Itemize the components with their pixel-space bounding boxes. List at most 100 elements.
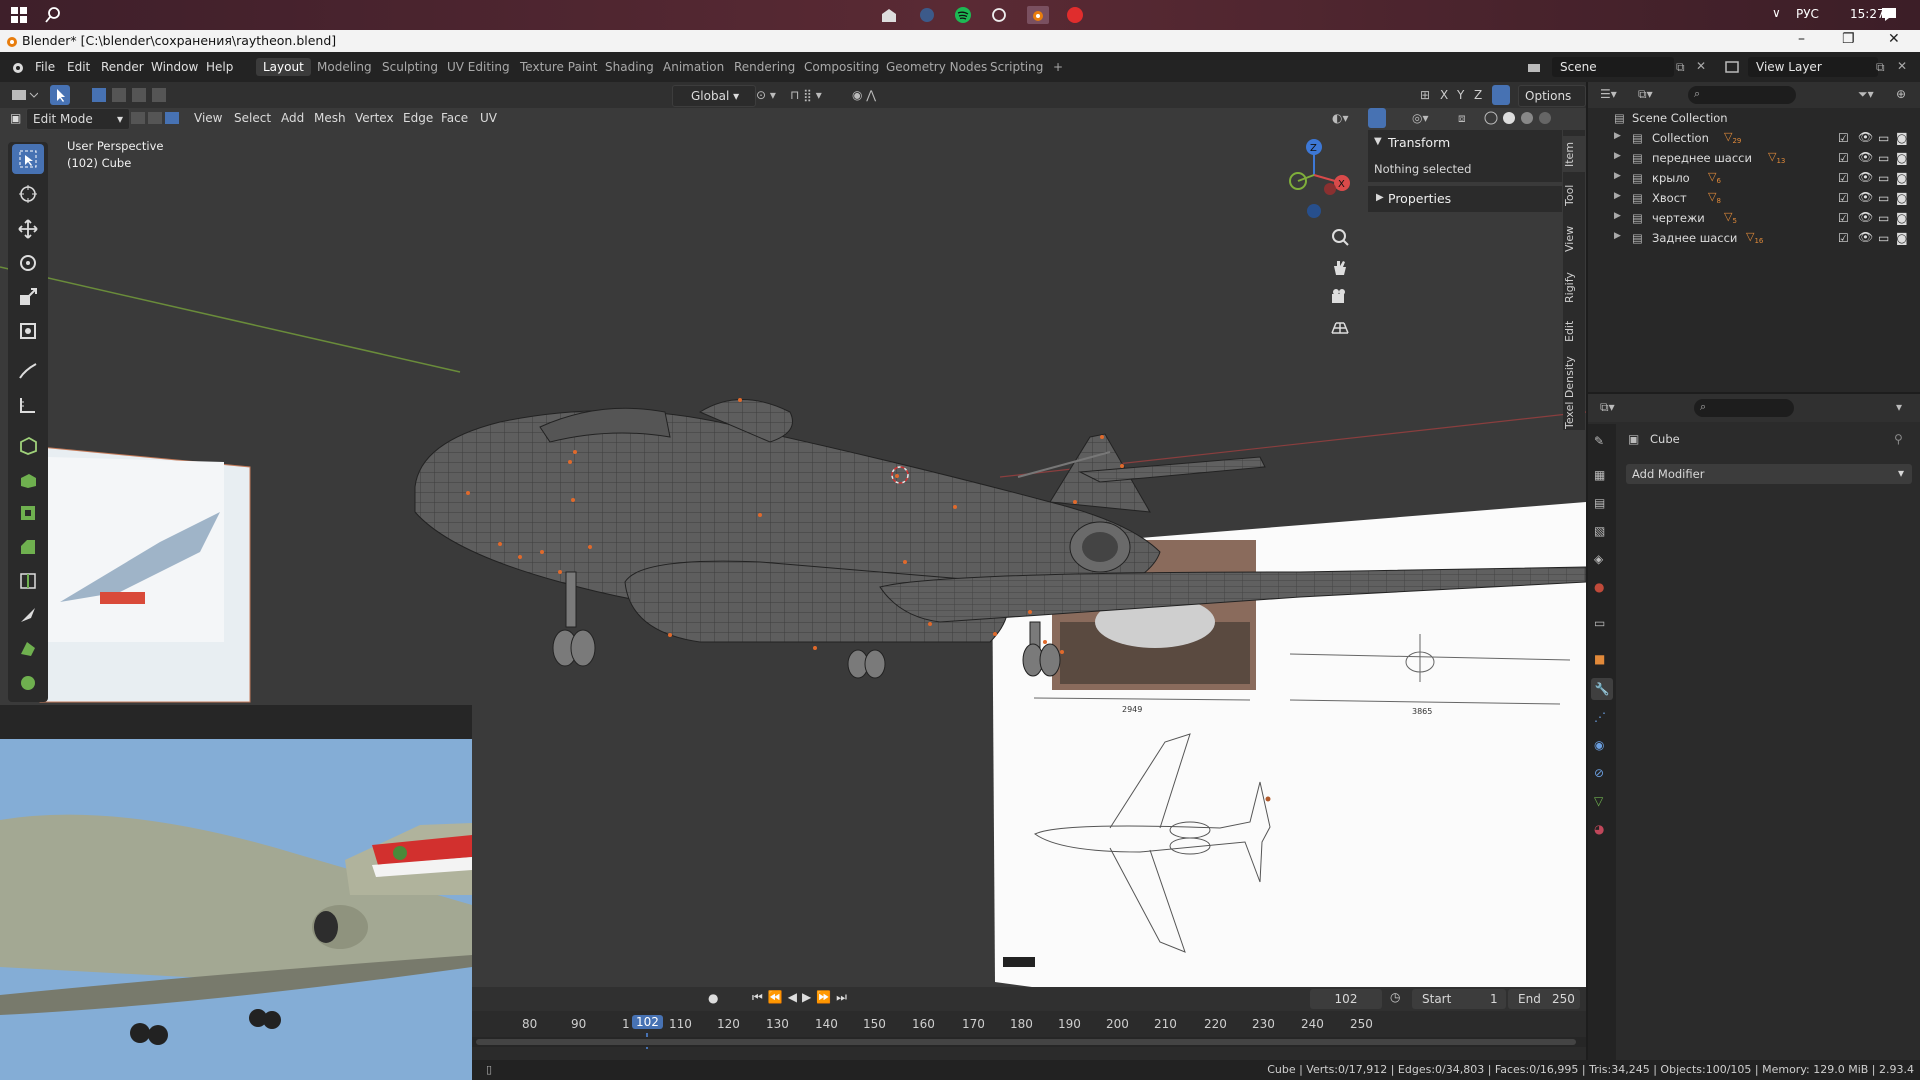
tray-chevron-icon[interactable]: ∨ bbox=[1772, 6, 1781, 20]
maximize-button[interactable]: ❐ bbox=[1842, 31, 1855, 47]
add-modifier-dropdown[interactable]: Add Modifier ▾ bbox=[1626, 464, 1912, 484]
properties-panel-header[interactable]: ▶ Properties bbox=[1368, 186, 1562, 212]
menu-view[interactable]: View bbox=[194, 108, 222, 128]
visibility-icon[interactable]: ◐▾ bbox=[1332, 108, 1349, 128]
render-camera-icon[interactable]: ◙ bbox=[1896, 211, 1908, 225]
workspace-tab-scripting[interactable]: Scripting bbox=[983, 58, 1050, 76]
properties-options-icon[interactable]: ▾ bbox=[1896, 400, 1902, 414]
outliner-row[interactable]: ▶ ▤ Хвост ▽8 ☑ 👁 ▭ ◙ bbox=[1588, 188, 1920, 208]
viewport-display-icon[interactable]: ▭ bbox=[1878, 171, 1889, 185]
playhead-frame-label[interactable]: 102 bbox=[632, 1015, 663, 1029]
scale-tool[interactable] bbox=[12, 282, 44, 312]
mode-dropdown[interactable]: Edit Mode ▾ bbox=[26, 108, 130, 130]
render-camera-icon[interactable]: ◙ bbox=[1896, 231, 1908, 245]
particles-tab-icon[interactable]: ⋰ bbox=[1594, 710, 1606, 724]
viewport-display-icon[interactable]: ▭ bbox=[1878, 151, 1889, 165]
poly-build-tool[interactable] bbox=[12, 634, 44, 664]
output-tab-icon[interactable]: ▤ bbox=[1594, 496, 1605, 510]
scene-name-field[interactable]: Scene bbox=[1552, 57, 1674, 77]
render-camera-icon[interactable]: ◙ bbox=[1896, 171, 1908, 185]
store-icon[interactable] bbox=[880, 6, 898, 24]
exclude-checkbox[interactable]: ☑ bbox=[1838, 151, 1849, 165]
scene-browse-icon[interactable] bbox=[1526, 59, 1542, 78]
app-icon-red[interactable] bbox=[1066, 6, 1084, 24]
notification-icon[interactable] bbox=[1880, 5, 1898, 26]
expand-arrow-icon[interactable]: ▶ bbox=[1614, 131, 1621, 141]
tool-tab-icon[interactable]: ✎ bbox=[1594, 434, 1604, 448]
eye-icon[interactable]: 👁 bbox=[1858, 210, 1873, 224]
eye-icon[interactable]: 👁 bbox=[1858, 150, 1873, 164]
scene-tab-icon[interactable]: ◈ bbox=[1594, 552, 1603, 566]
exclude-checkbox[interactable]: ☑ bbox=[1838, 211, 1849, 225]
exclude-checkbox[interactable]: ☑ bbox=[1838, 191, 1849, 205]
tab-item[interactable]: Item bbox=[1563, 136, 1585, 172]
menu-add[interactable]: Add bbox=[281, 108, 304, 128]
constraints-tab-icon[interactable]: ⊘ bbox=[1594, 766, 1604, 780]
shading-mode-buttons[interactable] bbox=[1482, 108, 1564, 128]
physics-tab-icon[interactable]: ◉ bbox=[1594, 738, 1604, 752]
viewport-display-icon[interactable]: ▭ bbox=[1878, 211, 1889, 225]
knife-tool[interactable] bbox=[12, 600, 44, 630]
outliner-row[interactable]: ▶ ▤ Collection ▽29 ☑ 👁 ▭ ◙ bbox=[1588, 128, 1920, 148]
render-tab-icon[interactable]: ▦ bbox=[1594, 468, 1605, 482]
auto-keying-icon[interactable]: ● bbox=[708, 991, 718, 1005]
tab-tool[interactable]: Tool bbox=[1563, 180, 1585, 210]
tab-texel-density[interactable]: Texel Density bbox=[1563, 356, 1585, 430]
snap-icon[interactable]: ⊓ ⣿ ▾ bbox=[790, 85, 822, 105]
eye-icon[interactable]: 👁 bbox=[1858, 170, 1873, 184]
exclude-checkbox[interactable]: ☑ bbox=[1838, 171, 1849, 185]
display-mode-icon[interactable]: ⧉▾ bbox=[1638, 87, 1653, 102]
expand-arrow-icon[interactable]: ▶ bbox=[1614, 151, 1621, 161]
axis-y-toggle[interactable]: Y bbox=[1457, 85, 1464, 105]
app-icon-steam[interactable] bbox=[918, 6, 936, 24]
outliner-row[interactable]: ▶ ▤ переднее шасси ▽13 ☑ 👁 ▭ ◙ bbox=[1588, 148, 1920, 168]
search-icon[interactable] bbox=[44, 6, 62, 24]
auto-merge-toggle[interactable] bbox=[1492, 85, 1510, 105]
menu-vertex[interactable]: Vertex bbox=[355, 108, 394, 128]
timeline-scrollbar[interactable] bbox=[472, 1037, 1586, 1047]
editor-type-3d-icon[interactable]: ▣ bbox=[10, 108, 21, 128]
expand-arrow-icon[interactable]: ▶ bbox=[1614, 231, 1621, 241]
current-frame-field[interactable]: 102 bbox=[1310, 989, 1382, 1009]
overlay-toggle[interactable]: ◎▾ bbox=[1412, 108, 1429, 128]
pivot-point-icon[interactable]: ⊙ ▾ bbox=[756, 85, 776, 105]
outliner-search-input[interactable]: ⌕ bbox=[1688, 86, 1796, 104]
view-layer-browse-icon[interactable] bbox=[1724, 59, 1740, 78]
menu-mesh[interactable]: Mesh bbox=[314, 108, 346, 128]
menu-edit[interactable]: Edit bbox=[67, 60, 90, 74]
workspace-tab-animation[interactable]: Animation bbox=[656, 58, 731, 76]
menu-edge[interactable]: Edge bbox=[403, 108, 433, 128]
data-tab-icon[interactable]: ▽ bbox=[1594, 794, 1603, 808]
expand-arrow-icon[interactable]: ▶ bbox=[1614, 171, 1621, 181]
tool-select-button[interactable] bbox=[50, 85, 70, 105]
menu-face[interactable]: Face bbox=[441, 108, 468, 128]
object-tab-icon[interactable]: ■ bbox=[1594, 652, 1605, 666]
add-cube-tool[interactable] bbox=[12, 430, 44, 460]
workspace-tab-shading[interactable]: Shading bbox=[598, 58, 661, 76]
menu-file[interactable]: File bbox=[35, 60, 55, 74]
transform-panel-header[interactable]: ▼ Transform bbox=[1368, 130, 1562, 156]
transform-orientation-dropdown[interactable]: Global ▾ bbox=[672, 85, 756, 107]
end-frame-field[interactable]: End 250 bbox=[1508, 989, 1580, 1009]
gizmo-toggle[interactable] bbox=[1368, 108, 1386, 128]
select-box-tool[interactable] bbox=[12, 144, 44, 174]
workspace-tab-rendering[interactable]: Rendering bbox=[727, 58, 802, 76]
inset-tool[interactable] bbox=[12, 498, 44, 528]
outliner-row[interactable]: ▶ ▤ Заднее шасси ▽16 ☑ 👁 ▭ ◙ bbox=[1588, 228, 1920, 248]
extrude-tool[interactable] bbox=[12, 464, 44, 494]
grid-perspective-icon[interactable] bbox=[1330, 317, 1350, 340]
viewport-display-icon[interactable]: ▭ bbox=[1878, 231, 1889, 245]
scene-copy-icon[interactable]: ⧉ bbox=[1676, 60, 1685, 75]
tab-rigify[interactable]: Rigify bbox=[1563, 268, 1585, 308]
xray-toggle[interactable]: ⧈ bbox=[1458, 108, 1466, 128]
menu-help[interactable]: Help bbox=[206, 60, 233, 74]
modifier-tab-icon[interactable]: 🔧 bbox=[1591, 678, 1613, 700]
render-camera-icon[interactable]: ◙ bbox=[1896, 131, 1908, 145]
filter-icon[interactable]: ⏷▾ bbox=[1858, 87, 1874, 102]
viewport-display-icon[interactable]: ▭ bbox=[1878, 191, 1889, 205]
transform-tool[interactable] bbox=[12, 316, 44, 346]
close-button[interactable]: ✕ bbox=[1888, 31, 1900, 47]
material-tab-icon[interactable]: ◕ bbox=[1594, 822, 1604, 836]
stopwatch-icon[interactable]: ◷ bbox=[1390, 990, 1400, 1004]
camera-view-icon[interactable] bbox=[1330, 287, 1350, 310]
